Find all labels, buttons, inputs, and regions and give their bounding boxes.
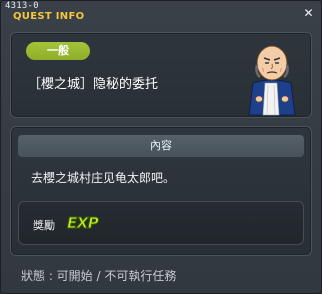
exp-icon-text: EXP: [66, 214, 99, 233]
content-section-header: 內容: [18, 135, 304, 157]
quest-header-panel: 一般 ［櫻之城］隐秘的委托: [10, 32, 312, 118]
category-badge: 一般: [26, 42, 90, 60]
quest-id: 4313-0: [5, 1, 39, 11]
reward-box: 獎勵 EXP: [18, 201, 304, 245]
exp-icon[interactable]: EXP: [66, 214, 103, 233]
npc-portrait: [248, 45, 296, 116]
window-title: QUEST INFO: [13, 11, 85, 22]
quest-status: 狀態 : 可開始 / 不可執行任務: [21, 269, 177, 283]
quest-info-window: 4313-0 QUEST INFO ✕ 一般 ［櫻之城］隐秘的委托 內容 去櫻之…: [0, 0, 322, 294]
close-icon[interactable]: ✕: [301, 6, 316, 21]
reward-label: 獎勵: [33, 219, 55, 232]
title-bar[interactable]: 4313-0 QUEST INFO ✕: [1, 1, 321, 27]
quest-name: ［櫻之城］隐秘的委托: [28, 77, 159, 92]
quest-description: 去櫻之城村庄见龟太郎吧。: [31, 171, 176, 185]
quest-content-panel: 內容 去櫻之城村庄见龟太郎吧。 獎勵 EXP: [10, 126, 312, 256]
